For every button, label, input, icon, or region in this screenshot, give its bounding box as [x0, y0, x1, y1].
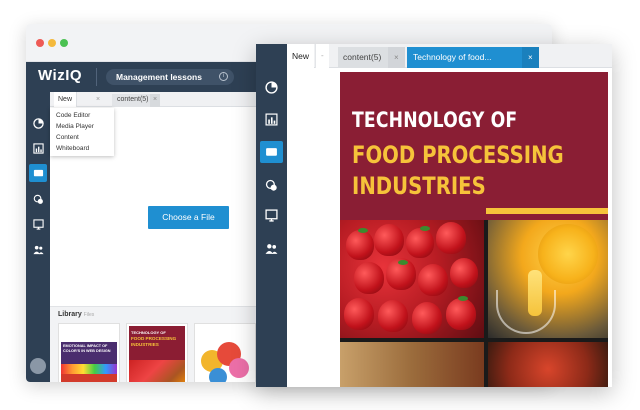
header-divider	[96, 68, 97, 86]
choose-file-button[interactable]: Choose a File	[148, 206, 229, 229]
pie-chart-icon[interactable]	[256, 76, 287, 98]
library-panel: Library Files EMOTIONAL IMPACT OF COLOR'…	[50, 306, 256, 382]
document-viewer[interactable]: TECHNOLOGY OF FOOD PROCESSING INDUSTRIES	[340, 72, 608, 387]
thumb-circle	[229, 358, 249, 378]
library-thumb-food-processing[interactable]: TECHNOLOGY OF FOOD PROCESSING INDUSTRIES	[126, 323, 188, 382]
strawberry	[378, 300, 408, 332]
presentation-icon[interactable]	[26, 215, 50, 233]
minimize-window-dot[interactable]	[48, 39, 56, 47]
menu-item-media-player[interactable]: Media Player	[50, 121, 114, 132]
wiziq-logo: WizIQ	[38, 67, 83, 84]
leaf	[398, 260, 408, 265]
menu-item-code-editor[interactable]: Code Editor	[50, 110, 114, 121]
back-sidebar	[26, 92, 50, 382]
pie-chart-icon[interactable]	[26, 114, 50, 132]
library-thumb-circles[interactable]	[194, 323, 256, 382]
library-title: Library Files	[58, 311, 94, 318]
strawberry	[450, 258, 478, 288]
thumb-circle	[209, 368, 227, 382]
strawberry	[418, 264, 448, 296]
leaf	[358, 228, 368, 233]
juice-glass	[496, 290, 556, 334]
library-subtitle: Files	[83, 312, 95, 318]
strawberry	[354, 262, 384, 294]
thumb-footer	[61, 374, 117, 382]
tab-technology-of-food[interactable]: Technology of food...	[407, 47, 522, 68]
tab-new-menu[interactable]: -	[315, 44, 329, 68]
strawberry	[446, 298, 476, 330]
tab-content[interactable]: content(5)	[338, 47, 388, 68]
thumb-subtitle: FOOD PROCESSING INDUSTRIES	[131, 336, 177, 347]
tab-new[interactable]: New	[287, 44, 315, 68]
library-thumb-color-design[interactable]: EMOTIONAL IMPACT OF COLOR'S IN WEB DESIG…	[58, 323, 120, 382]
thumb-title: TECHNOLOGY OF	[131, 330, 166, 335]
bar-chart-icon[interactable]	[26, 139, 50, 157]
chili-bread-photo	[340, 342, 484, 387]
leaf	[458, 296, 468, 301]
thumb-rainbow	[61, 364, 117, 374]
front-window: New - content(5) × Technology of food...…	[256, 44, 612, 387]
front-tab-bar: New - content(5) × Technology of food...…	[287, 44, 612, 68]
strawberry	[344, 298, 374, 330]
maximize-window-dot[interactable]	[60, 39, 68, 47]
strawberry	[412, 302, 442, 334]
book-subtitle-line-2: INDUSTRIES	[352, 172, 486, 200]
tab-new[interactable]: New	[54, 92, 78, 107]
leaf	[420, 226, 430, 231]
strawberry	[436, 222, 466, 254]
cover-accent-bar	[486, 208, 608, 214]
book-subtitle-line-1: FOOD PROCESSING	[352, 141, 564, 169]
avatar[interactable]	[30, 358, 46, 374]
tab-new-close[interactable]: ×	[96, 92, 100, 107]
chat-icon[interactable]	[256, 174, 287, 196]
screen-icon[interactable]	[29, 164, 47, 182]
users-icon[interactable]	[26, 240, 50, 258]
orange-juice-photo	[488, 220, 608, 338]
screen-icon[interactable]	[260, 141, 283, 163]
stage: WizIQ Management lessons i New × content…	[0, 0, 640, 410]
strawberries-photo	[340, 220, 484, 338]
menu-item-whiteboard[interactable]: Whiteboard	[50, 143, 114, 154]
cover-photo-collage	[340, 220, 608, 387]
book-title: TECHNOLOGY OF	[352, 108, 518, 132]
thumb-title: EMOTIONAL IMPACT OF COLOR'S IN WEB DESIG…	[61, 342, 117, 364]
front-sidebar	[256, 44, 287, 387]
orange-slice	[538, 224, 598, 284]
book-subtitle: FOOD PROCESSING INDUSTRIES	[352, 140, 564, 202]
library-title-text: Library	[58, 311, 82, 318]
chat-icon[interactable]	[26, 190, 50, 208]
tab-content[interactable]: content(5)	[112, 94, 154, 107]
thumb-image	[129, 360, 185, 382]
tab-content-close[interactable]: ×	[150, 94, 161, 107]
tab-technology-of-food-close[interactable]: ×	[522, 47, 539, 68]
presentation-icon[interactable]	[256, 204, 287, 226]
menu-item-content[interactable]: Content	[50, 132, 114, 143]
lesson-title-pill[interactable]: Management lessons i	[106, 69, 234, 85]
bar-chart-icon[interactable]	[256, 108, 287, 130]
strawberry	[406, 228, 434, 258]
strawberry	[346, 230, 374, 260]
new-tab-dropdown: Code Editor Media Player Content Whitebo…	[50, 108, 114, 156]
strawberry	[374, 224, 404, 256]
close-window-dot[interactable]	[36, 39, 44, 47]
stew-bowl-photo	[488, 342, 608, 387]
lesson-title: Management lessons	[116, 72, 202, 82]
info-icon[interactable]: i	[219, 72, 228, 81]
tab-content-close[interactable]: ×	[388, 47, 405, 68]
users-icon[interactable]	[256, 237, 287, 259]
